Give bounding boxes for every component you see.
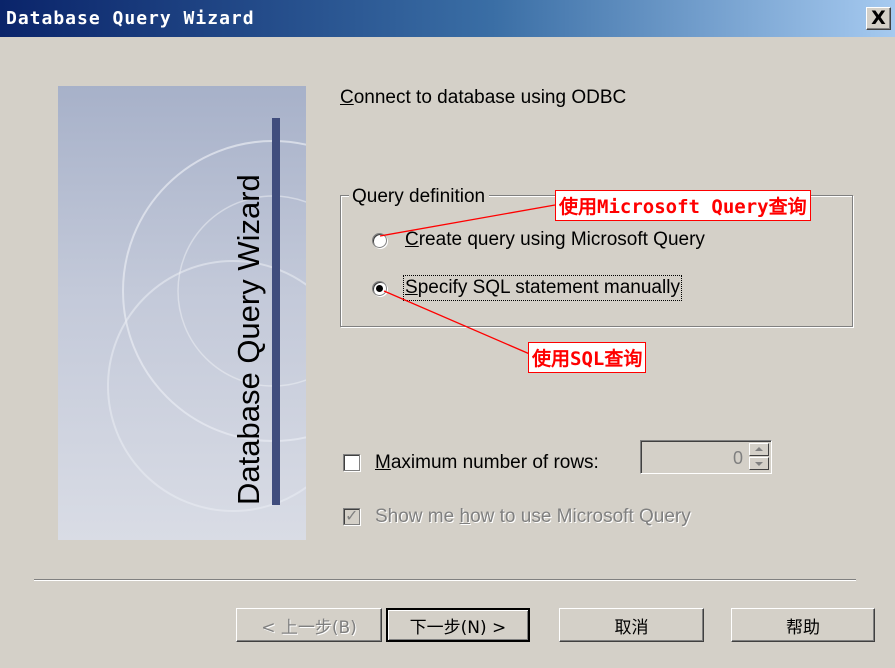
show-me-before: Show me [375, 506, 460, 527]
connect-label-text: onnect to database using ODBC [353, 87, 627, 108]
side-accent-stripe [272, 118, 280, 505]
window-title: Database Query Wizard [6, 8, 255, 29]
spin-down-button[interactable] [749, 457, 769, 470]
specify-sql-label-text: pecify SQL statement manually [417, 277, 680, 298]
checkmark-icon: ✓ [345, 506, 359, 525]
close-icon: X [871, 7, 886, 29]
specify-sql-mnemonic: S [405, 277, 418, 298]
next-button[interactable]: 下一步(N) > [386, 608, 530, 642]
help-button[interactable]: 帮助 [731, 608, 875, 642]
connect-mnemonic: C [340, 87, 354, 108]
max-rows-label-text: aximum number of rows: [390, 452, 599, 473]
close-button[interactable]: X [866, 7, 891, 30]
specify-sql-label[interactable]: Specify SQL statement manually [403, 275, 682, 301]
show-me-mnemonic: h [459, 506, 471, 527]
create-query-radio[interactable] [372, 233, 387, 248]
create-query-label[interactable]: Create query using Microsoft Query [405, 229, 705, 251]
title-bar[interactable]: Database Query Wizard X [0, 0, 895, 37]
create-query-label-text: reate query using Microsoft Query [418, 229, 705, 250]
side-panel-title: Database Query Wizard [231, 174, 266, 505]
query-definition-legend: Query definition [349, 186, 490, 208]
back-button[interactable]: < 上一步(B) [236, 608, 382, 642]
max-rows-checkbox[interactable] [343, 454, 360, 471]
separator-highlight [34, 580, 856, 581]
max-rows-label[interactable]: Maximum number of rows: [375, 452, 599, 474]
radio-selected-dot [376, 285, 383, 292]
max-rows-spinner[interactable]: 0 [640, 440, 772, 474]
specify-sql-radio[interactable] [372, 281, 387, 296]
show-me-after: ow to use Microsoft Query [470, 506, 691, 527]
decorative-circles [107, 140, 306, 512]
cancel-button[interactable]: 取消 [559, 608, 704, 642]
annotation-sql: 使用SQL查询 [528, 342, 647, 373]
create-query-mnemonic: C [405, 229, 419, 250]
wizard-side-image [58, 86, 306, 540]
show-me-checkbox[interactable]: ✓ [343, 506, 360, 525]
spin-up-button[interactable] [749, 443, 769, 456]
max-rows-value: 0 [732, 448, 743, 468]
annotation-ms-query: 使用Microsoft Query查询 [555, 190, 811, 221]
connect-label: Connect to database using ODBC [340, 87, 626, 109]
max-rows-mnemonic: M [375, 452, 391, 473]
arrow-up-icon [755, 447, 763, 451]
arrow-down-icon [755, 462, 763, 466]
show-me-label[interactable]: Show me how to use Microsoft Query [375, 506, 691, 528]
